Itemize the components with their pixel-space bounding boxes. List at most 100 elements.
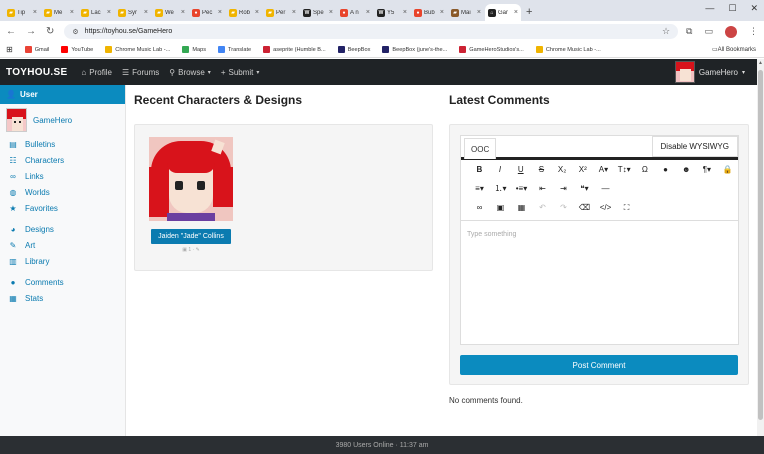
fullscreen-icon[interactable]: ⛶ xyxy=(616,203,637,213)
sidebar-item-library[interactable]: ▥ Library xyxy=(0,253,125,269)
ordered-list-icon[interactable]: ⒈▾ xyxy=(490,183,511,194)
browser-tab[interactable]: ▰ Syr × xyxy=(115,4,151,21)
bookmark-star-icon[interactable]: ☆ xyxy=(662,26,670,37)
browser-tab[interactable]: ● A n × xyxy=(337,4,373,21)
redo-icon[interactable]: ↷ xyxy=(553,203,574,212)
color-drop-icon[interactable]: ● xyxy=(655,165,676,174)
bookmark-item[interactable]: Chrome Music Lab -... xyxy=(535,46,601,53)
browser-tab[interactable]: ▰ Tip × xyxy=(4,4,40,21)
menu-icon[interactable]: ⋮ xyxy=(749,26,758,37)
browser-tab[interactable]: W Y5 × xyxy=(374,4,410,21)
close-tab-icon[interactable]: × xyxy=(440,9,444,16)
site-info-icon[interactable]: ⚙ xyxy=(72,28,78,36)
bold-icon[interactable]: B xyxy=(469,165,490,174)
reload-icon[interactable]: ↻ xyxy=(46,26,54,37)
table-icon[interactable]: ▦ xyxy=(511,203,532,212)
underline-icon[interactable]: U xyxy=(510,165,531,174)
paragraph-icon[interactable]: ¶▾ xyxy=(697,165,718,174)
nav-link-profile[interactable]: ⌂ Profile xyxy=(81,68,112,77)
unordered-list-icon[interactable]: •≡▾ xyxy=(511,184,532,193)
browser-tab[interactable]: ▰ Per × xyxy=(263,4,299,21)
disable-wysiwyg-button[interactable]: Disable WYSIWYG xyxy=(651,136,738,157)
text-height-icon[interactable]: T↕▾ xyxy=(614,165,635,174)
font-size-icon[interactable]: A▾ xyxy=(593,165,614,174)
browser-tab[interactable]: ▰ Rob × xyxy=(226,4,262,21)
sidebar-item-comments[interactable]: ● Comments xyxy=(0,274,125,290)
browser-tab[interactable]: ● Bub × xyxy=(411,4,447,21)
close-tab-icon[interactable]: × xyxy=(366,9,370,16)
link-icon[interactable]: ∞ xyxy=(469,203,490,212)
image-icon[interactable]: ▣ xyxy=(490,203,511,212)
sidebar-item-designs[interactable]: ◕ Designs xyxy=(0,221,125,237)
back-icon[interactable]: ← xyxy=(6,26,16,37)
bookmark-item[interactable]: Gmail xyxy=(24,46,49,53)
maximize-icon[interactable]: ☐ xyxy=(728,3,736,14)
close-tab-icon[interactable]: × xyxy=(218,9,222,16)
sidebar-item-worlds[interactable]: ◍ Worlds xyxy=(0,184,125,200)
bookmark-item[interactable]: YouTube xyxy=(61,46,93,53)
tab-ooc[interactable]: OOC xyxy=(464,138,497,159)
superscript-icon[interactable]: X² xyxy=(572,165,593,174)
nav-link-submit[interactable]: + Submit ▾ xyxy=(221,68,260,77)
bookmark-item[interactable]: BeepBox xyxy=(337,46,370,53)
sidebar-item-links[interactable]: ∞ Links xyxy=(0,168,125,184)
close-window-icon[interactable]: ✕ xyxy=(750,3,758,14)
sidebar-item-characters[interactable]: ☷ Characters xyxy=(0,152,125,168)
subscript-icon[interactable]: X₂ xyxy=(552,165,573,174)
bookmark-item[interactable]: Translate xyxy=(218,46,251,53)
align-icon[interactable]: ≡▾ xyxy=(469,184,490,193)
character-name-label[interactable]: Jaiden "Jade" Collins xyxy=(151,229,231,244)
character-card[interactable]: Jaiden "Jade" Collins ▣ 1 · ✎ xyxy=(149,137,233,253)
close-tab-icon[interactable]: × xyxy=(403,9,407,16)
sidebar-item-art[interactable]: ✎ Art xyxy=(0,237,125,253)
close-tab-icon[interactable]: × xyxy=(144,9,148,16)
sidebar-item-stats[interactable]: ▦ Stats xyxy=(0,290,125,306)
close-tab-icon[interactable]: × xyxy=(107,9,111,16)
sidebar-item-bulletins[interactable]: ▤ Bulletins xyxy=(0,136,125,152)
close-tab-icon[interactable]: × xyxy=(477,9,481,16)
url-input[interactable]: ⚙ https://toyhou.se/GameHero ☆ xyxy=(64,24,679,39)
minimize-icon[interactable]: — xyxy=(705,3,714,14)
all-bookmarks-button[interactable]: ▭ All Bookmarks xyxy=(712,46,756,54)
outdent-icon[interactable]: ⇤ xyxy=(532,184,553,193)
close-tab-icon[interactable]: × xyxy=(329,9,333,16)
close-tab-icon[interactable]: × xyxy=(70,9,74,16)
apps-icon[interactable]: ⊞ xyxy=(6,45,13,54)
sidepanel-icon[interactable]: ▭ xyxy=(704,26,713,37)
browser-tab[interactable]: ⌂ Gar × xyxy=(485,4,521,21)
bookmark-item[interactable]: BeepBox (june's-the... xyxy=(382,46,447,53)
italic-icon[interactable]: I xyxy=(490,165,511,174)
browser-tab[interactable]: W Spe × xyxy=(300,4,336,21)
browser-tab[interactable]: ▰ We × xyxy=(152,4,188,21)
nav-link-browse[interactable]: ⚲ Browse ▾ xyxy=(169,68,211,77)
forward-icon[interactable]: → xyxy=(26,26,36,37)
bookmark-item[interactable]: GameHeroStudios's... xyxy=(459,46,524,53)
browser-tab[interactable]: ● Pec × xyxy=(189,4,225,21)
new-tab-icon[interactable]: + xyxy=(526,6,532,18)
sidebar-item-favorites[interactable]: ★ Favorites xyxy=(0,200,125,216)
extensions-icon[interactable]: ⧉ xyxy=(686,26,692,37)
scrollbar-thumb[interactable] xyxy=(758,70,763,420)
browser-tab[interactable]: ▰ Lac × xyxy=(78,4,114,21)
code-icon[interactable]: </> xyxy=(595,203,616,212)
browser-tab[interactable]: ▰ Me × xyxy=(41,4,77,21)
horizontal-rule-icon[interactable]: — xyxy=(595,184,616,193)
profile-avatar-icon[interactable] xyxy=(725,25,737,38)
indent-icon[interactable]: ⇥ xyxy=(553,184,574,193)
bookmark-item[interactable]: aseprite (Humble B... xyxy=(263,46,326,53)
user-menu[interactable]: GameHero ▾ xyxy=(674,61,745,83)
sidebar-user[interactable]: GameHero xyxy=(0,104,125,136)
browser-tab[interactable]: ▰ Mai × xyxy=(448,4,484,21)
comment-textarea[interactable]: Type something xyxy=(461,220,738,344)
close-tab-icon[interactable]: × xyxy=(514,9,518,16)
bookmark-item[interactable]: Maps xyxy=(182,46,206,53)
scroll-up-icon[interactable]: ▲ xyxy=(758,60,763,66)
eraser-icon[interactable]: ⌫ xyxy=(574,203,595,212)
post-comment-button[interactable]: Post Comment xyxy=(460,355,738,375)
omega-icon[interactable]: Ω xyxy=(635,165,656,174)
close-tab-icon[interactable]: × xyxy=(292,9,296,16)
character-thumbnail[interactable] xyxy=(149,137,233,221)
bookmark-item[interactable]: Chrome Music Lab -... xyxy=(105,46,170,53)
nav-link-forums[interactable]: ☰ Forums xyxy=(122,68,159,77)
close-tab-icon[interactable]: × xyxy=(33,9,37,16)
